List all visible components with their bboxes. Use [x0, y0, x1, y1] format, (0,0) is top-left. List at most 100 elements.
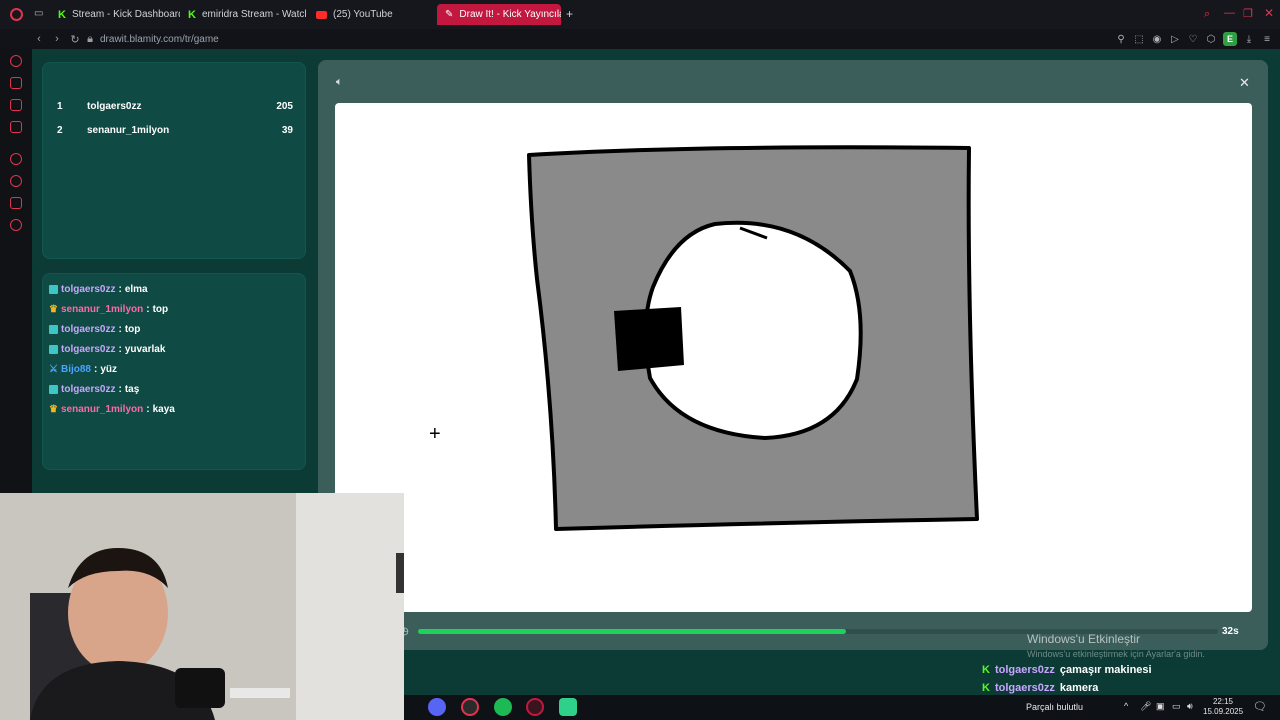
- timer-label: 32s: [1222, 626, 1239, 637]
- webcam-overlay: [0, 493, 404, 720]
- spotify-icon[interactable]: [494, 698, 512, 716]
- profile-avatar[interactable]: E: [1223, 32, 1237, 46]
- overlay-message: kamera: [1059, 682, 1099, 694]
- menu-icon[interactable]: ≡: [1258, 34, 1276, 45]
- drawing-canvas[interactable]: +: [335, 103, 1252, 612]
- tab-label: Draw It! - Kick Yayıncıları İç: [459, 9, 561, 20]
- leaderboard-rank: 2: [57, 125, 63, 136]
- chat-username[interactable]: Bijo88: [61, 364, 91, 375]
- kick-icon: K: [188, 8, 196, 21]
- microphone-icon[interactable]: 🎤︎: [1140, 701, 1151, 712]
- leaderboard-player: tolgaers0zz: [87, 101, 142, 112]
- chat-message: tolgaers0zz: elma: [49, 284, 148, 295]
- chat-username[interactable]: tolgaers0zz: [61, 344, 115, 355]
- opera-gx-icon[interactable]: [461, 698, 479, 716]
- timer-progress-bar: [418, 629, 846, 634]
- subscriber-badge-icon: [49, 285, 58, 294]
- chat-text: yuvarlak: [124, 344, 166, 355]
- messenger-icon[interactable]: [10, 99, 22, 111]
- back-icon[interactable]: ‹: [30, 33, 48, 45]
- weather-status[interactable]: Parçalı bulutlu: [1026, 702, 1083, 712]
- drawit-icon: ✎: [445, 9, 454, 20]
- close-icon[interactable]: ✕: [1239, 75, 1250, 91]
- clock-icon[interactable]: [10, 153, 22, 165]
- clock-date: 15.09.2025: [1203, 707, 1244, 716]
- play-icon[interactable]: ▷: [1166, 34, 1184, 45]
- youtube-icon: [316, 10, 327, 19]
- discord-icon[interactable]: [428, 698, 446, 716]
- snapshot-icon[interactable]: ⬚: [1130, 34, 1148, 45]
- chat-message: ♛ senanur_1milyon: kaya: [49, 404, 175, 415]
- chat-username[interactable]: tolgaers0zz: [61, 284, 115, 295]
- network-icon[interactable]: ▣: [1156, 701, 1165, 712]
- settings-icon[interactable]: [10, 219, 22, 231]
- reload-icon[interactable]: ↻: [66, 33, 84, 46]
- subscriber-badge-icon: [49, 345, 58, 354]
- address-bar: ‹ › ↻ 🔒︎ drawit.blamity.com/tr/game ⚲ ⬚ …: [0, 29, 1280, 49]
- tab-emiridra-stream[interactable]: K emiridra Stream - Watch: [180, 4, 306, 25]
- bag-icon[interactable]: [10, 77, 22, 89]
- tray-chevron-icon[interactable]: ^: [1124, 701, 1128, 711]
- chat-username[interactable]: tolgaers0zz: [61, 384, 115, 395]
- chat-username[interactable]: tolgaers0zz: [61, 324, 115, 335]
- subscriber-badge-icon: [49, 385, 58, 394]
- clock-time: 22:15: [1212, 697, 1234, 706]
- url-field[interactable]: drawit.blamity.com/tr/game: [100, 34, 219, 45]
- chat-message: ⚔ Bijo88: yüz: [49, 364, 117, 375]
- tab-drawit[interactable]: ✎ Draw It! - Kick Yayıncıları İç: [437, 4, 561, 25]
- tab-youtube[interactable]: (25) YouTube: [308, 4, 434, 25]
- subscriber-badge-icon: [49, 325, 58, 334]
- chat-text: yüz: [100, 364, 117, 375]
- leaderboard-score: 39: [281, 125, 293, 136]
- kick-chat-overlay-line: K tolgaers0zz kamera: [982, 682, 1098, 694]
- leaderboard-rank: 1: [57, 101, 63, 112]
- chat-message: tolgaers0zz: taş: [49, 384, 139, 395]
- extensions-icon[interactable]: ⬡: [1202, 34, 1220, 45]
- chat-message: ♛ senanur_1milyon: top: [49, 304, 169, 315]
- maximize-icon[interactable]: ❐: [1243, 7, 1253, 20]
- pin-icon[interactable]: ⚲: [1112, 34, 1130, 45]
- window-close-icon[interactable]: ✕: [1264, 6, 1274, 20]
- crown-badge-icon: ♛: [49, 304, 58, 315]
- new-tab-icon[interactable]: +: [566, 7, 573, 21]
- workspaces-icon[interactable]: ▭: [34, 8, 43, 19]
- chat-text: top: [152, 304, 169, 315]
- crown-badge-icon: ♛: [49, 404, 58, 415]
- chat-message: tolgaers0zz: yuvarlak: [49, 344, 165, 355]
- opera-icon[interactable]: [526, 698, 544, 716]
- chat-username[interactable]: senanur_1milyon: [61, 304, 143, 315]
- tab-label: Stream - Kick Dashboard: [71, 9, 180, 20]
- tab-kick-dashboard[interactable]: K Stream - Kick Dashboard: [50, 4, 180, 25]
- crosshair-cursor-icon: +: [429, 423, 441, 445]
- speaker-icon[interactable]: 🔈︎: [336, 76, 343, 89]
- drawing-svg: [527, 145, 979, 531]
- chat-username[interactable]: senanur_1milyon: [61, 404, 143, 415]
- windows-activation-subtitle: Windows'u etkinleştirmek için Ayarlar'a …: [1027, 649, 1205, 659]
- taskbar-clock[interactable]: 22:15 15.09.2025: [1203, 697, 1243, 717]
- browser-tabbar: ▭ K Stream - Kick Dashboard K emiridra S…: [0, 0, 1280, 29]
- heart-icon[interactable]: ♡: [1184, 34, 1202, 45]
- notification-icon[interactable]: 🗨︎: [1253, 700, 1267, 713]
- chat-text: kaya: [152, 404, 175, 415]
- forward-icon[interactable]: ›: [48, 33, 66, 45]
- chat-text: elma: [124, 284, 148, 295]
- download-icon[interactable]: ⤓: [1240, 34, 1258, 45]
- history-icon[interactable]: [10, 55, 22, 67]
- search-icon[interactable]: ⌕: [1204, 8, 1210, 21]
- display-icon[interactable]: ▭: [1172, 701, 1181, 712]
- cube-icon[interactable]: [10, 197, 22, 209]
- chat-message: tolgaers0zz: top: [49, 324, 140, 335]
- player-icon[interactable]: [10, 121, 22, 133]
- opera-logo-icon[interactable]: [10, 8, 23, 21]
- lock-icon: 🔒︎: [87, 32, 93, 45]
- camera-icon[interactable]: ◉: [1148, 34, 1166, 45]
- leaderboard-player: senanur_1milyon: [87, 125, 170, 136]
- kick-chat-overlay-line: K tolgaers0zz çamaşır makinesi: [982, 664, 1152, 676]
- overlay-username: tolgaers0zz: [994, 664, 1055, 676]
- volume-icon[interactable]: 🔊︎: [1187, 701, 1193, 712]
- recent-icon[interactable]: [10, 175, 22, 187]
- leaderboard-score: 205: [276, 101, 293, 112]
- minimize-icon[interactable]: —: [1224, 7, 1235, 19]
- streamlabs-icon[interactable]: [559, 698, 577, 716]
- chat-text: top: [124, 324, 141, 335]
